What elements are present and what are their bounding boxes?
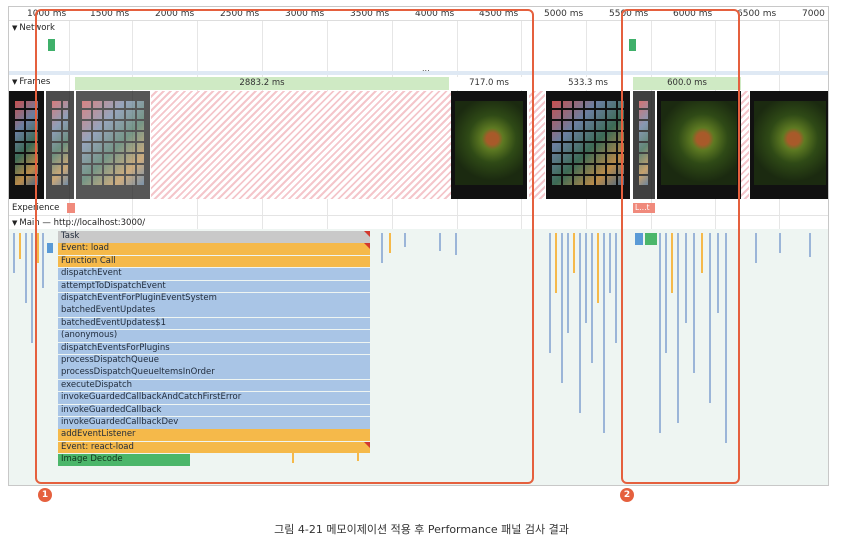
flame-activity-mark[interactable] [573, 233, 575, 273]
frame-duration-bar[interactable]: 533.3 ms [546, 77, 630, 90]
frame-screenshot[interactable] [546, 91, 630, 199]
flame-activity-mark[interactable] [561, 233, 563, 383]
expand-triangle-icon[interactable]: ▼ [12, 78, 17, 86]
marker-badge-1: 1 [38, 488, 52, 502]
flame-activity-mark[interactable] [31, 233, 33, 343]
ruler-tick-label: 7000 [802, 9, 825, 19]
flame-activity-mark[interactable] [579, 233, 581, 413]
flame-activity-mark[interactable] [597, 233, 599, 303]
highlight-box-2 [621, 9, 740, 484]
flame-activity-mark[interactable] [555, 233, 557, 293]
frame-screenshot[interactable] [750, 91, 828, 199]
flame-activity-mark[interactable] [779, 233, 781, 253]
flame-activity-mark[interactable] [809, 233, 811, 257]
flame-activity-mark[interactable] [609, 233, 611, 293]
expand-triangle-icon[interactable]: ▼ [12, 24, 17, 32]
flame-activity-mark[interactable] [603, 233, 605, 433]
flame-activity-mark[interactable] [549, 233, 551, 353]
flame-activity-mark[interactable] [13, 233, 15, 273]
figure-caption: 그림 4-21 메모이제이션 적용 후 Performance 패널 검사 결과 [274, 523, 569, 536]
ruler-tick-label: 5000 ms [544, 9, 584, 19]
marker-badge-2: 2 [620, 488, 634, 502]
flame-activity-mark[interactable] [615, 233, 617, 343]
ruler-tick-label: 6500 ms [737, 9, 777, 19]
expand-triangle-icon[interactable]: ▼ [12, 219, 17, 227]
flame-activity-mark[interactable] [755, 233, 757, 263]
flame-activity-mark[interactable] [25, 233, 27, 303]
flame-activity-mark[interactable] [567, 233, 569, 333]
flame-activity-mark[interactable] [591, 233, 593, 363]
dropped-frames-region [741, 91, 749, 199]
highlight-box-1 [35, 9, 534, 484]
flame-activity-mark[interactable] [585, 233, 587, 323]
flame-activity-mark[interactable] [19, 233, 21, 259]
